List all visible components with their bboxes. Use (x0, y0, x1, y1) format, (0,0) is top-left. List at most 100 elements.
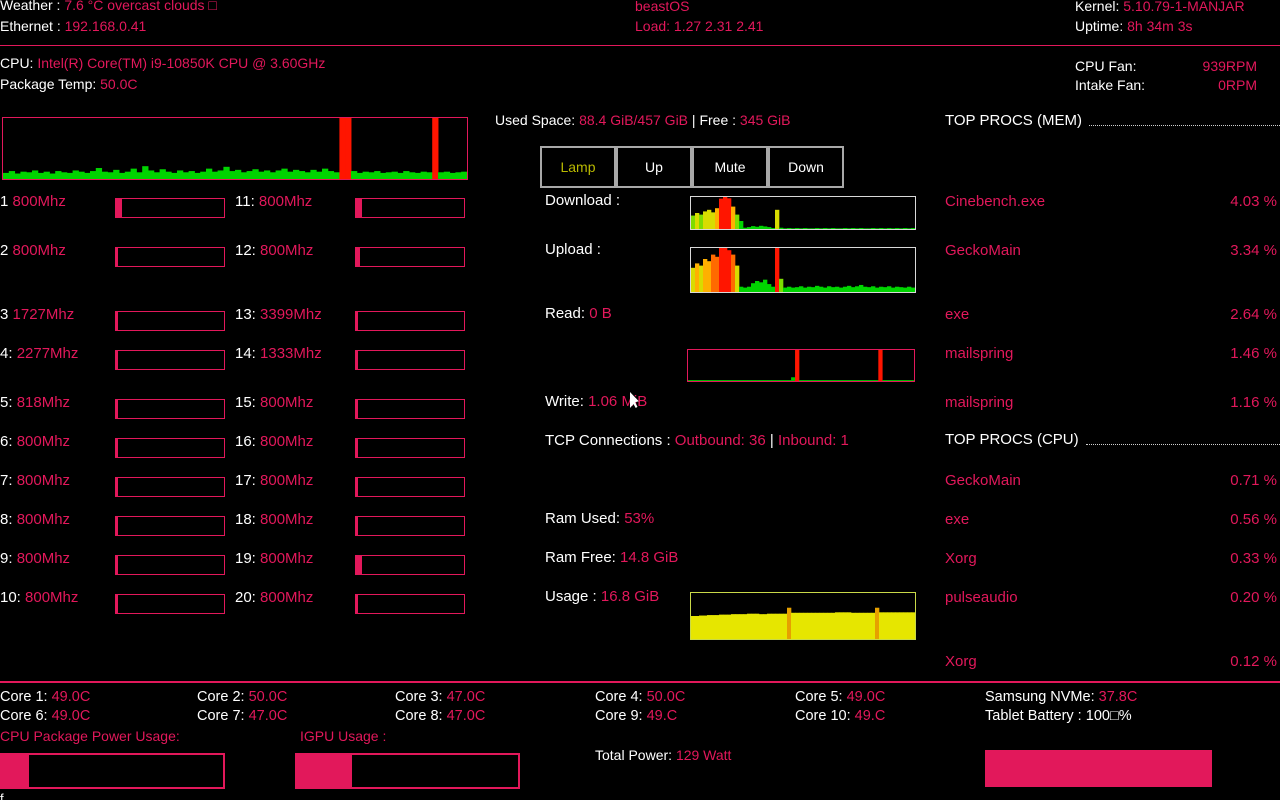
read-row: Read: 0 B (545, 305, 612, 322)
cpu-power-label: CPU Package Power Usage: (0, 728, 180, 744)
temp-core-4: Core 4: 50.0C (595, 689, 685, 705)
dotted-leader (1089, 116, 1280, 126)
proc-name: Xorg (945, 550, 977, 567)
cpu-usage-graph (2, 117, 468, 180)
ram-used-value: 53% (624, 510, 654, 527)
core-13-usage-bar (355, 311, 465, 331)
core-3-freq-label: 3 1727Mhz (0, 306, 74, 323)
tcp-inbound-value: Inbound: 1 (778, 432, 849, 449)
total-power-row: Total Power: 129 Watt (595, 747, 731, 763)
top-cpu-row: GeckoMain 0.71 % (945, 472, 1277, 489)
cpu-label: CPU: (0, 55, 33, 71)
proc-name: pulseaudio (945, 589, 1018, 606)
used-space-value: 88.4 GiB/457 GiB (579, 112, 688, 128)
core-15-freq-label: 15: 800Mhz (235, 394, 313, 411)
kernel-value: 5.10.79-1-MANJAR (1123, 0, 1244, 14)
core-19-usage-bar (355, 555, 465, 575)
tcp-connections-row: TCP Connections : Outbound: 36 | Inbound… (545, 432, 849, 449)
temp-core-3: Core 3: 47.0C (395, 689, 485, 705)
proc-name: exe (945, 306, 969, 323)
core-16-freq-label: 16: 800Mhz (235, 433, 313, 450)
core-6-usage-bar (115, 438, 225, 458)
ram-usage-graph (690, 592, 916, 640)
core-17-usage-bar (355, 477, 465, 497)
proc-value: 0.71 % (1230, 472, 1277, 489)
down-button[interactable]: Down (768, 146, 844, 188)
uptime-row: Uptime: 8h 34m 3s (1075, 18, 1193, 34)
footer-divider (0, 681, 1280, 683)
up-button[interactable]: Up (616, 146, 692, 188)
core-13-freq-label: 13: 3399Mhz (235, 306, 322, 323)
core-4-freq-label: 4: 2277Mhz (0, 345, 78, 362)
temp-core-8: Core 8: 47.0C (395, 708, 485, 724)
proc-name: mailspring (945, 394, 1013, 411)
load-average: Load: 1.27 2.31 2.41 (635, 18, 763, 34)
proc-name: Cinebench.exe (945, 193, 1045, 210)
used-space-row: Used Space: 88.4 GiB/457 GiB | Free : 34… (495, 112, 791, 128)
core-2-usage-bar (115, 247, 225, 267)
core-12-freq-label: 12: 800Mhz (235, 242, 313, 259)
weather-value: 7.6 °C overcast clouds □ (64, 0, 217, 13)
ethernet-label: Ethernet : (0, 18, 61, 34)
os-name: beastOS (635, 0, 689, 14)
total-power-label: Total Power: (595, 747, 672, 763)
igpu-usage-label: IGPU Usage : (300, 728, 386, 744)
top-cpu-row: pulseaudio 0.20 % (945, 589, 1277, 606)
free-space-value: 345 GiB (740, 112, 791, 128)
ram-free-label: Ram Free: (545, 549, 616, 566)
dotted-leader (1086, 435, 1280, 445)
top-procs-mem-title: TOP PROCS (MEM) (945, 112, 1280, 129)
core-10-usage-bar (115, 594, 225, 614)
core-18-usage-bar (355, 516, 465, 536)
proc-name: Xorg (945, 653, 977, 670)
ram-free-row: Ram Free: 14.8 GiB (545, 549, 678, 566)
ram-used-label: Ram Used: (545, 510, 620, 527)
cpu-power-bar (0, 753, 225, 789)
core-9-usage-bar (115, 555, 225, 575)
igpu-usage-bar (295, 753, 520, 789)
upload-label: Upload : (545, 241, 601, 258)
disk-io-graph (687, 349, 915, 382)
top-cpu-row: exe 0.56 % (945, 511, 1277, 528)
cpu-model: Intel(R) Core(TM) i9-10850K CPU @ 3.60GH… (37, 55, 325, 71)
read-value: 0 B (589, 305, 612, 322)
package-temp-row: Package Temp: 50.0C (0, 76, 138, 92)
free-space-label: Free : (699, 112, 736, 128)
core-2-freq-label: 2 800Mhz (0, 242, 66, 259)
media-button-row: LampUpMuteDown (540, 146, 844, 188)
core-16-usage-bar (355, 438, 465, 458)
core-9-freq-label: 9: 800Mhz (0, 550, 70, 567)
temp-tablet-battery: Tablet Battery : 100□% (985, 708, 1132, 724)
ram-used-row: Ram Used: 53% (545, 510, 654, 527)
cpu-model-row: CPU: Intel(R) Core(TM) i9-10850K CPU @ 3… (0, 55, 325, 71)
temp-samsung-nvme: Samsung NVMe: 37.8C (985, 689, 1137, 705)
temp-core-9: Core 9: 49.C (595, 708, 677, 724)
core-3-usage-bar (115, 311, 225, 331)
ram-usage-label: Usage : (545, 588, 597, 605)
package-temp-label: Package Temp: (0, 76, 96, 92)
top-mem-row: mailspring 1.46 % (945, 345, 1277, 362)
core-11-freq-label: 11: 800Mhz (235, 193, 312, 210)
core-10-freq-label: 10: 800Mhz (0, 589, 78, 606)
kernel-label: Kernel: (1075, 0, 1119, 14)
proc-value: 0.56 % (1230, 511, 1277, 528)
header-divider (0, 45, 1280, 46)
core-20-freq-label: 20: 800Mhz (235, 589, 313, 606)
temp-core-5: Core 5: 49.0C (795, 689, 885, 705)
package-temp-value: 50.0C (100, 76, 137, 92)
top-cpu-row: Xorg 0.12 % (945, 653, 1277, 670)
cpu-fan-label: CPU Fan: (1075, 58, 1136, 74)
lamp-button[interactable]: Lamp (540, 146, 616, 188)
temp-core-7: Core 7: 47.0C (197, 708, 287, 724)
battery-bar (985, 750, 1212, 787)
ram-usage-value: 16.8 GiB (601, 588, 659, 605)
top-mem-row: GeckoMain 3.34 % (945, 242, 1277, 259)
core-1-usage-bar (115, 198, 225, 218)
ethernet-value: 192.168.0.41 (65, 18, 147, 34)
tcp-label: TCP Connections : (545, 432, 671, 449)
intake-fan-value: 0RPM (1218, 77, 1257, 93)
pipe-separator: | (692, 112, 696, 128)
mute-button[interactable]: Mute (692, 146, 768, 188)
upload-graph (690, 247, 916, 293)
top-mem-row: exe 2.64 % (945, 306, 1277, 323)
